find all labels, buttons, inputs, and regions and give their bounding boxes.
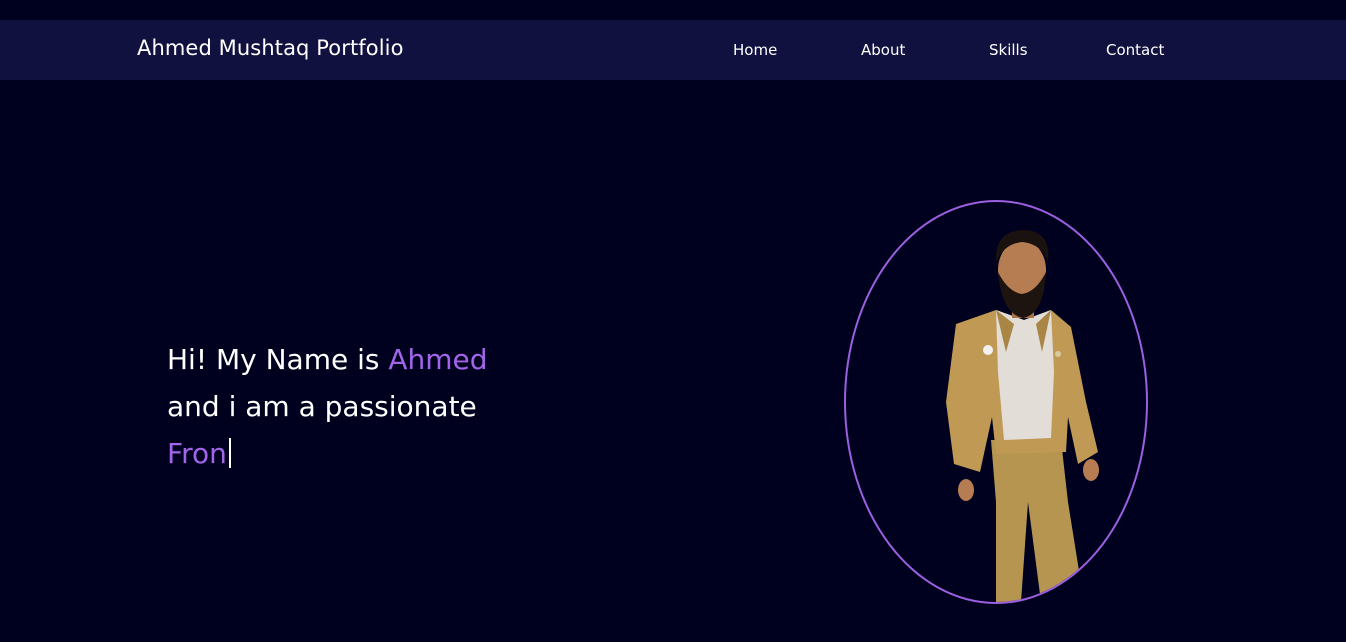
brand-title[interactable]: Ahmed Mushtaq Portfolio bbox=[137, 36, 404, 60]
hero-line-1: Hi! My Name is Ahmed bbox=[167, 336, 587, 383]
nav-contact[interactable]: Contact bbox=[1106, 41, 1164, 59]
hero-intro: Hi! My Name is Ahmed and i am a passiona… bbox=[167, 336, 587, 477]
person-photo-icon bbox=[946, 230, 1099, 602]
hero-line-2: and i am a passionate bbox=[167, 390, 477, 423]
nav-about[interactable]: About bbox=[861, 41, 905, 59]
hero-greeting: Hi! My Name is bbox=[167, 343, 389, 376]
portfolio-page: Ahmed Mushtaq Portfolio Home About Skill… bbox=[0, 0, 1346, 642]
hero-name: Ahmed bbox=[388, 343, 488, 376]
nav-skills[interactable]: Skills bbox=[989, 41, 1028, 59]
hero-line-3: Fron bbox=[167, 430, 587, 477]
typed-role: Fron bbox=[167, 437, 227, 470]
profile-photo-frame bbox=[844, 200, 1148, 604]
nav-home[interactable]: Home bbox=[733, 41, 777, 59]
navbar: Ahmed Mushtaq Portfolio Home About Skill… bbox=[0, 20, 1346, 80]
typing-cursor bbox=[228, 438, 231, 468]
